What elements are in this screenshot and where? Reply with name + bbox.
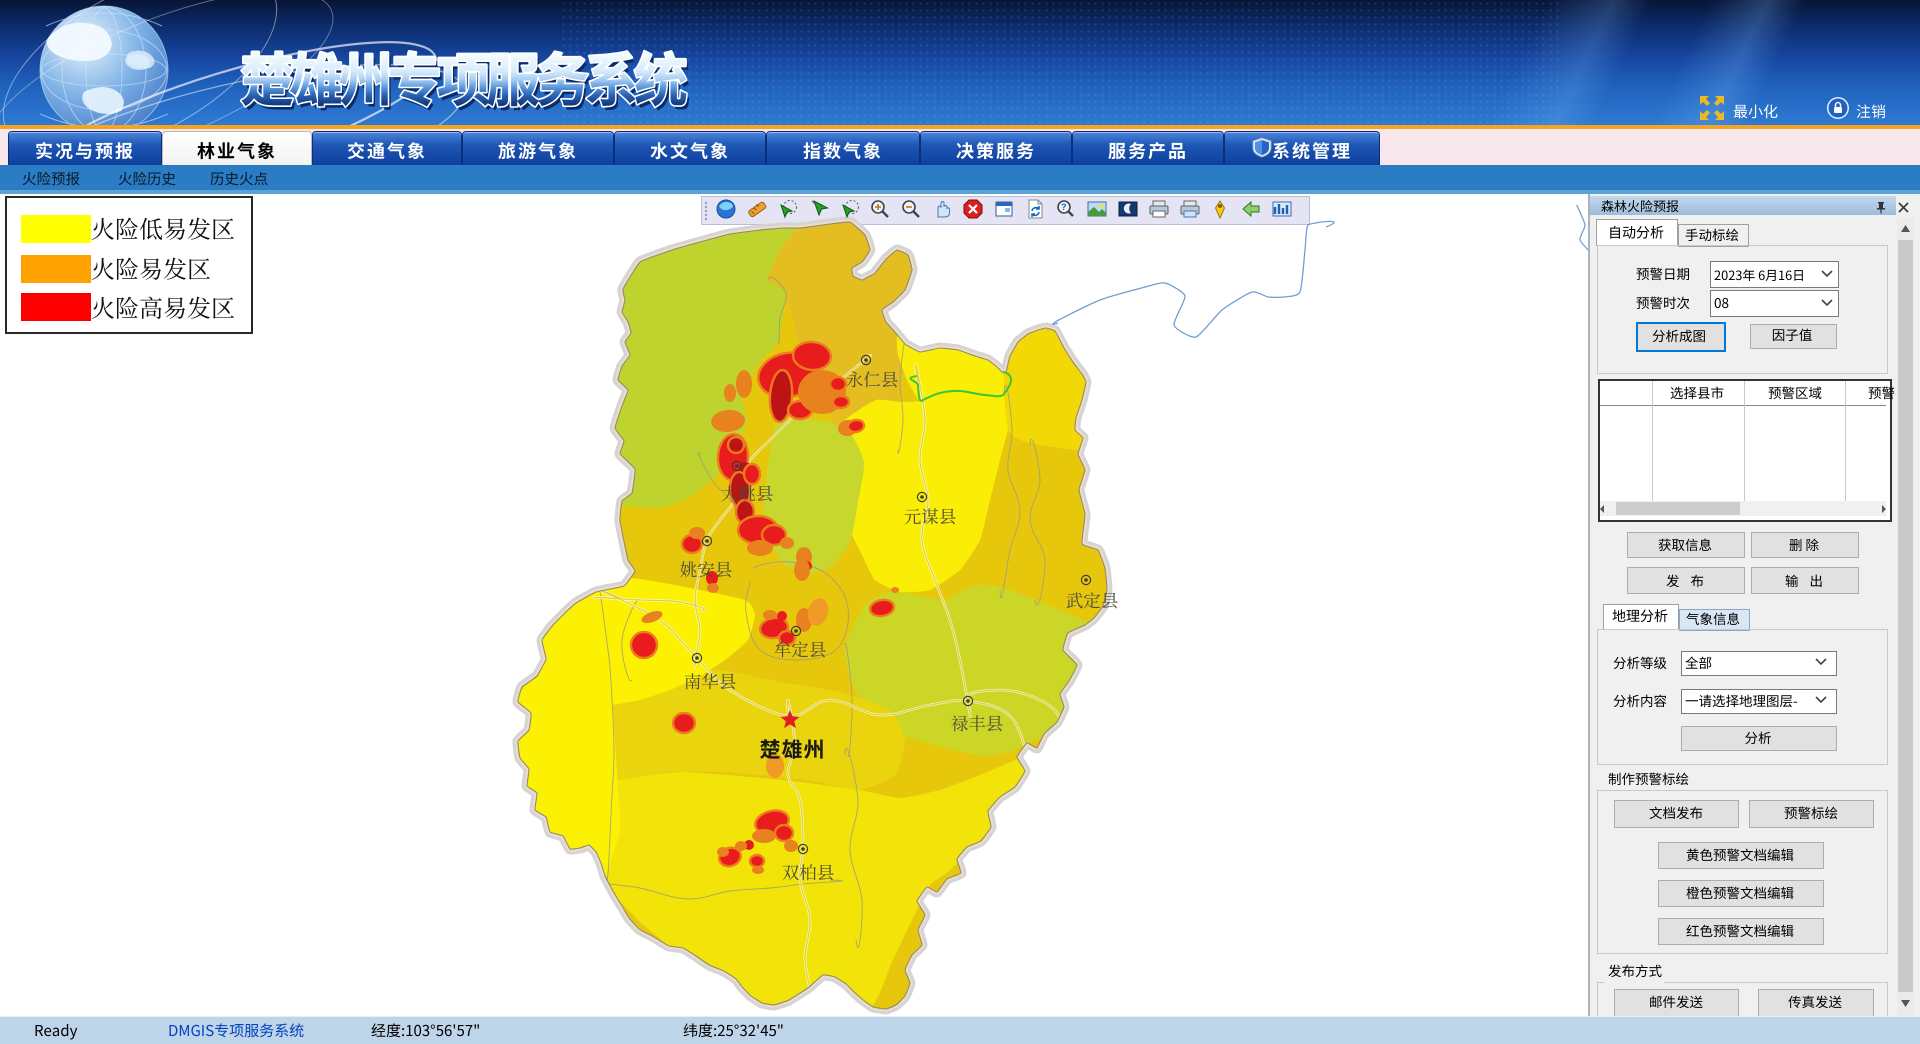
svg-text:?: ?	[1061, 202, 1067, 212]
